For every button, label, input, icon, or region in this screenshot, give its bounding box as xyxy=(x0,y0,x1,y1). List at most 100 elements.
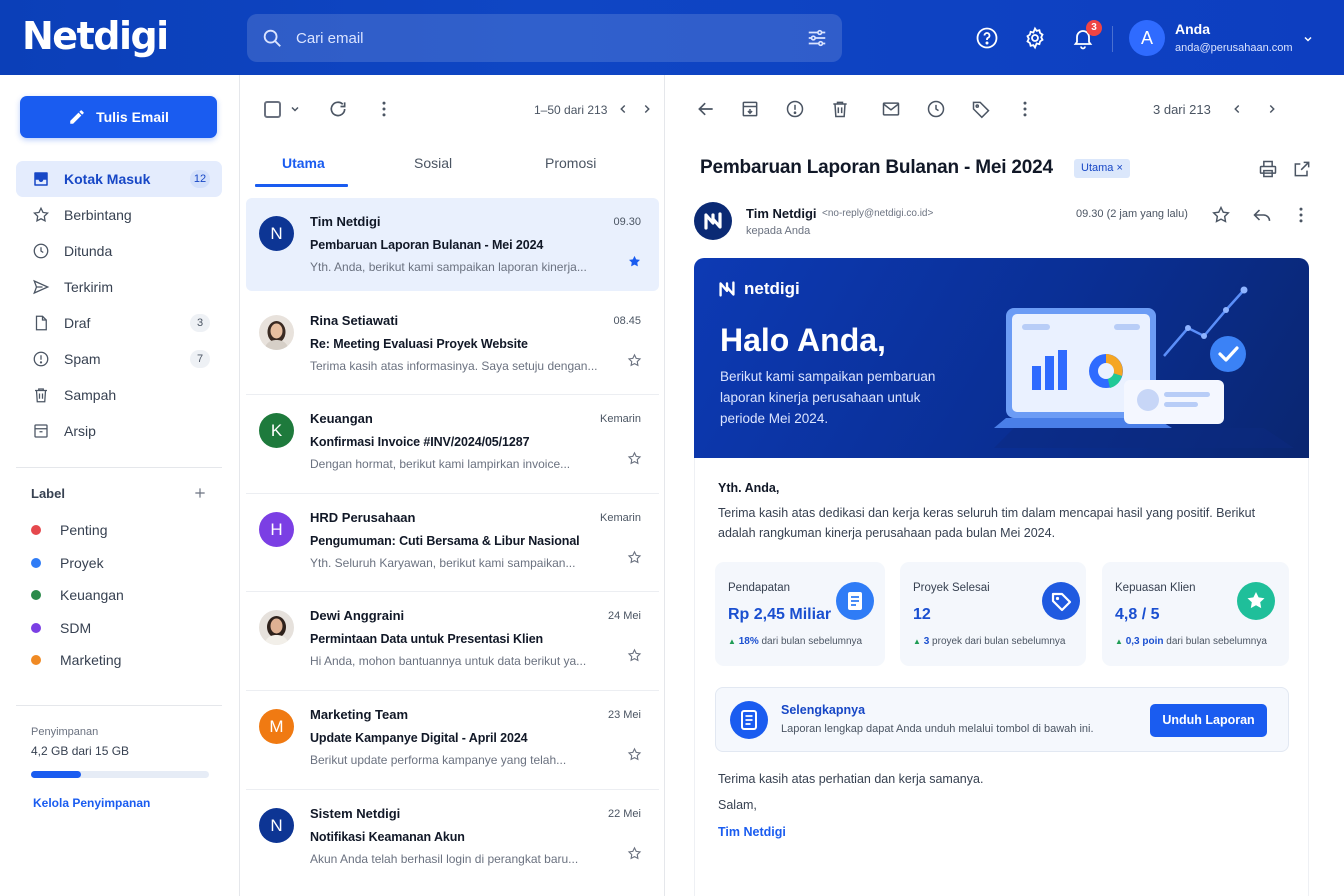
email-row[interactable]: N Sistem Netdigi 22 Mei Notifikasi Keama… xyxy=(246,790,659,889)
email-row[interactable]: Rina Setiawati 08.45 Re: Meeting Evaluas… xyxy=(246,297,659,396)
sidebar-item-snoozed[interactable]: Ditunda xyxy=(16,233,222,269)
storage-usage: 4,2 GB dari 15 GB xyxy=(31,744,130,758)
sidebar-item-archive[interactable]: Arsip xyxy=(16,413,222,449)
snooze-clock-icon[interactable] xyxy=(926,99,946,119)
download-report-button[interactable]: Unduh Laporan xyxy=(1150,704,1267,737)
email-preview: Hi Anda, mohon bantuannya untuk data ber… xyxy=(310,654,587,669)
netdigi-logo-icon xyxy=(719,281,735,297)
stat-card-projects: Proyek Selesai 12 ▲ 3 proyek dari bulan … xyxy=(900,562,1086,666)
storage-progress-fill xyxy=(31,771,81,778)
settings-gear-icon[interactable] xyxy=(1023,26,1047,50)
stat-note: ▲ 0,3 poin dari bulan sebelumnya xyxy=(1115,636,1267,647)
label-tag-icon[interactable] xyxy=(971,99,991,119)
star-icon[interactable] xyxy=(627,451,642,466)
star-icon[interactable] xyxy=(1211,205,1231,225)
user-name[interactable]: Anda xyxy=(1175,21,1210,37)
remove-label-x-icon[interactable]: × xyxy=(1116,162,1122,174)
email-row[interactable]: N Tim Netdigi 09.30 Pembaruan Laporan Bu… xyxy=(246,198,659,291)
chevron-left-icon[interactable] xyxy=(1230,102,1244,116)
email-preview: Terima kasih atas informasinya. Saya set… xyxy=(310,358,598,373)
sidebar-item-trash[interactable]: Sampah xyxy=(16,377,222,413)
star-icon[interactable] xyxy=(627,353,642,368)
email-sender: Keuangan xyxy=(310,411,373,427)
label-name: Penting xyxy=(60,522,108,539)
star-icon[interactable] xyxy=(627,747,642,762)
stat-card-satisfaction: Kepuasan Klien 4,8 / 5 ▲ 0,3 poin dari b… xyxy=(1102,562,1289,666)
print-icon[interactable] xyxy=(1258,159,1278,179)
report-spam-icon[interactable] xyxy=(785,99,805,119)
email-row[interactable]: H HRD Perusahaan Kemarin Pengumuman: Cut… xyxy=(246,494,659,593)
sidebar-item-sent[interactable]: Terkirim xyxy=(16,269,222,305)
more-vertical-icon[interactable] xyxy=(1015,99,1035,119)
user-avatar[interactable]: A xyxy=(1129,20,1165,56)
mail-unread-icon[interactable] xyxy=(881,99,901,119)
filter-icon[interactable] xyxy=(806,27,828,49)
label-item-keuangan[interactable]: Keuangan xyxy=(31,579,221,612)
label-color-dot xyxy=(31,655,41,666)
email-preview: Akun Anda telah berhasil login di perang… xyxy=(310,851,579,866)
tab-sosial[interactable]: Sosial xyxy=(414,155,452,171)
label-item-penting[interactable]: Penting xyxy=(31,514,221,547)
sidebar-item-starred[interactable]: Berbintang xyxy=(16,197,222,233)
email-list-pane: 1–50 dari 213 Utama Sosial Promosi N Tim… xyxy=(240,75,665,896)
select-all-checkbox[interactable] xyxy=(264,101,281,118)
star-icon[interactable] xyxy=(627,550,642,565)
reply-icon[interactable] xyxy=(1252,205,1272,225)
email-row[interactable]: K Keuangan Kemarin Konfirmasi Invoice #I… xyxy=(246,395,659,494)
tab-promosi[interactable]: Promosi xyxy=(545,155,596,171)
salutation: Salam, xyxy=(718,798,757,812)
star-icon[interactable] xyxy=(627,846,642,861)
chevron-right-icon[interactable] xyxy=(1265,102,1279,116)
sender-name[interactable]: Tim Netdigi xyxy=(746,206,817,221)
stat-label: Proyek Selesai xyxy=(913,582,990,594)
app-logo[interactable]: Netdigi xyxy=(22,14,169,58)
label-item-proyek[interactable]: Proyek xyxy=(31,547,221,580)
more-vertical-icon[interactable] xyxy=(374,99,394,119)
chevron-left-icon[interactable] xyxy=(616,102,630,116)
help-icon[interactable] xyxy=(975,26,999,50)
stat-label: Kepuasan Klien xyxy=(1115,582,1196,594)
divider xyxy=(16,705,222,706)
star-icon[interactable] xyxy=(627,648,642,663)
label-chip[interactable]: Utama × xyxy=(1074,159,1130,178)
email-subject: Re: Meeting Evaluasi Proyek Website xyxy=(310,336,528,351)
compose-label: Tulis Email xyxy=(96,109,169,125)
search-input[interactable]: Cari email xyxy=(296,30,364,47)
label-color-dot xyxy=(31,525,41,536)
label-item-sdm[interactable]: SDM xyxy=(31,612,221,645)
open-new-window-icon[interactable] xyxy=(1292,159,1312,179)
trash-icon[interactable] xyxy=(830,99,850,119)
star-filled-icon[interactable] xyxy=(627,254,642,269)
sidebar-item-inbox[interactable]: Kotak Masuk 12 xyxy=(16,161,222,197)
email-list: N Tim Netdigi 09.30 Pembaruan Laporan Bu… xyxy=(246,198,659,888)
chevron-down-icon[interactable] xyxy=(289,103,301,115)
back-arrow-icon[interactable] xyxy=(696,99,716,119)
stat-delta: 3 xyxy=(923,636,930,647)
sender-avatar: N xyxy=(259,807,294,843)
add-label-plus-icon[interactable] xyxy=(193,486,207,500)
email-subject: Update Kampanye Digital - April 2024 xyxy=(310,730,528,745)
email-sender: HRD Perusahaan xyxy=(310,509,416,525)
sidebar-item-label: Terkirim xyxy=(64,279,113,295)
page-range: 1–50 dari 213 xyxy=(534,103,608,117)
manage-storage-link[interactable]: Kelola Penyimpanan xyxy=(33,796,150,810)
chevron-down-icon[interactable] xyxy=(1302,33,1314,45)
archive-icon[interactable] xyxy=(740,99,760,119)
more-vertical-icon[interactable] xyxy=(1291,205,1311,225)
refresh-icon[interactable] xyxy=(328,99,348,119)
email-row[interactable]: M Marketing Team 23 Mei Update Kampanye … xyxy=(246,691,659,790)
compose-button[interactable]: Tulis Email xyxy=(20,96,217,138)
sidebar-item-label: Ditunda xyxy=(64,243,113,259)
label-item-marketing[interactable]: Marketing xyxy=(31,644,221,677)
email-time: 22 Mei xyxy=(607,807,641,820)
sender-avatar: H xyxy=(259,511,294,547)
email-row[interactable]: Dewi Anggraini 24 Mei Permintaan Data un… xyxy=(246,592,659,691)
sidebar-item-drafts[interactable]: Draf 3 xyxy=(16,305,222,341)
active-tab-indicator xyxy=(255,184,348,187)
sidebar-item-spam[interactable]: Spam 7 xyxy=(16,341,222,377)
chevron-right-icon[interactable] xyxy=(640,102,654,116)
dashboard-illustration xyxy=(994,286,1294,448)
tab-utama[interactable]: Utama xyxy=(282,155,325,171)
label-name: Marketing xyxy=(60,652,122,669)
search-bar[interactable]: Cari email xyxy=(247,14,842,62)
